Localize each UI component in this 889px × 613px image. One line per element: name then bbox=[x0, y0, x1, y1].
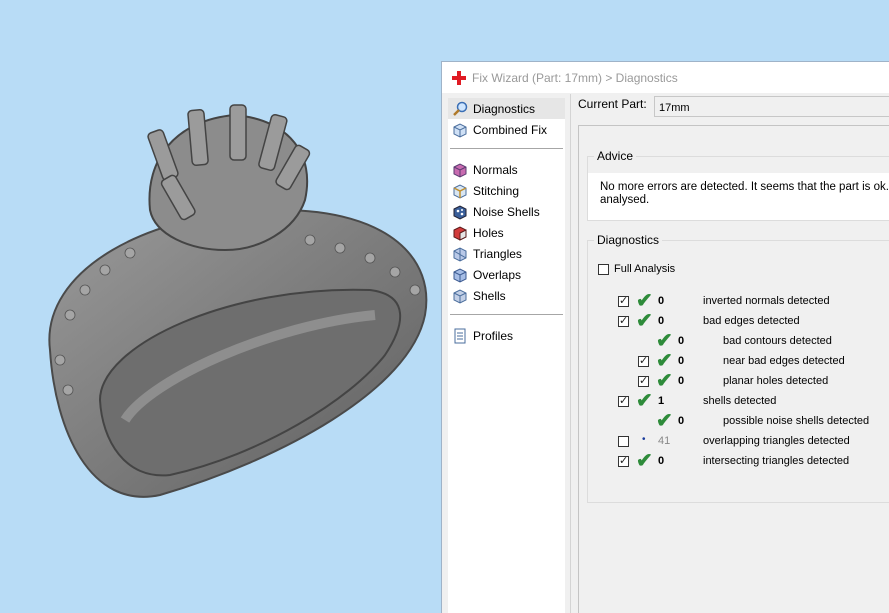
window-title: Fix Wizard (Part: 17mm) > Diagnostics bbox=[472, 70, 678, 85]
noise-shells-icon bbox=[452, 204, 468, 220]
ring-model bbox=[48, 104, 428, 498]
full-analysis-label: Full Analysis bbox=[614, 263, 676, 275]
overlaps-icon bbox=[452, 267, 468, 283]
sidebar-item-label: Shells bbox=[473, 288, 506, 303]
full-analysis-checkbox[interactable] bbox=[598, 264, 609, 275]
sidebar-item-label: Holes bbox=[473, 225, 504, 240]
diagnostic-row: • 41 overlapping triangles detected bbox=[588, 432, 888, 452]
sidebar-item-label: Noise Shells bbox=[473, 204, 540, 219]
sidebar-item-normals[interactable]: Normals bbox=[448, 159, 565, 180]
diagnostic-checkbox[interactable] bbox=[618, 314, 629, 328]
sidebar-item-label: Normals bbox=[473, 162, 518, 177]
sidebar-item-overlaps[interactable]: Overlaps bbox=[448, 264, 565, 285]
sidebar-item-combined-fix[interactable]: Combined Fix bbox=[448, 119, 565, 140]
current-part-label: Current Part: bbox=[578, 97, 647, 111]
ok-check-icon: ✔ bbox=[656, 330, 673, 352]
sidebar-item-label: Diagnostics bbox=[473, 101, 536, 116]
diagnostics-group: Diagnostics Full Analysis ✔ 0 inverted nor… bbox=[587, 233, 889, 503]
diagnostic-checkbox[interactable] bbox=[618, 294, 629, 308]
stitching-icon bbox=[452, 183, 468, 199]
sidebar-item-shells[interactable]: Shells bbox=[448, 285, 565, 306]
diagnostic-checkbox[interactable] bbox=[618, 454, 629, 468]
pane-divider[interactable] bbox=[570, 94, 571, 613]
ok-check-icon: ✔ bbox=[636, 310, 653, 332]
diagnostic-checkbox[interactable] bbox=[618, 394, 629, 408]
ok-check-icon: ✔ bbox=[656, 350, 673, 372]
diagnostic-row: ✔ 0 bad edges detected bbox=[588, 310, 888, 332]
diagnostic-checkbox[interactable] bbox=[638, 374, 649, 388]
diagnostic-label: near bad edges detected bbox=[723, 355, 845, 367]
sidebar-item-noise-shells[interactable]: Noise Shells bbox=[448, 201, 565, 222]
title-bar[interactable]: Fix Wizard (Part: 17mm) > Diagnostics bbox=[442, 62, 889, 93]
diagnostic-label: overlapping triangles detected bbox=[703, 435, 850, 447]
sidebar-item-label: Overlaps bbox=[473, 267, 522, 282]
sidebar-item-label: Stitching bbox=[473, 183, 520, 198]
diagnostic-count: 41 bbox=[658, 435, 671, 447]
ok-check-icon: ✔ bbox=[656, 410, 673, 432]
diagnostic-label: bad contours detected bbox=[723, 335, 832, 347]
diagnostic-count: 0 bbox=[658, 315, 665, 327]
ok-check-icon: ✔ bbox=[636, 450, 653, 472]
diagnostic-label: inverted normals detected bbox=[703, 295, 830, 307]
medical-cross-icon bbox=[452, 70, 466, 85]
magnifier-icon bbox=[452, 101, 468, 117]
diagnostic-count: 0 bbox=[658, 455, 665, 467]
sidebar-item-label: Combined Fix bbox=[473, 122, 548, 137]
diagnostic-count: 0 bbox=[678, 375, 685, 387]
sidebar-item-label: Triangles bbox=[473, 246, 522, 261]
sidebar-item-profiles[interactable]: Profiles bbox=[448, 325, 565, 346]
wizard-sidebar: Diagnostics Combined Fix Normals Stitching… bbox=[448, 98, 565, 613]
ok-check-icon: ✔ bbox=[636, 390, 653, 412]
fix-wizard-window: Fix Wizard (Part: 17mm) > Diagnostics Di… bbox=[441, 61, 889, 613]
triangles-icon bbox=[452, 246, 468, 262]
sidebar-item-diagnostics[interactable]: Diagnostics bbox=[448, 98, 565, 119]
diagnostics-title: Diagnostics bbox=[597, 233, 660, 247]
diagnostic-row: ✔ 0 near bad edges detected bbox=[588, 350, 888, 372]
diagnostic-label: possible noise shells detected bbox=[723, 415, 870, 427]
profiles-icon bbox=[452, 328, 468, 344]
advice-text: No more errors are detected. It seems th… bbox=[600, 181, 889, 206]
sidebar-item-stitching[interactable]: Stitching bbox=[448, 180, 565, 201]
current-part-field[interactable]: 17mm bbox=[654, 96, 889, 117]
advice-title: Advice bbox=[597, 149, 634, 163]
ok-check-icon: ✔ bbox=[636, 290, 653, 312]
diagnostic-label: intersecting triangles detected bbox=[703, 455, 850, 467]
diagnostic-checkbox[interactable] bbox=[638, 354, 649, 368]
sidebar-item-label: Profiles bbox=[473, 328, 514, 343]
sidebar-item-triangles[interactable]: Triangles bbox=[448, 243, 565, 264]
holes-icon bbox=[452, 225, 468, 241]
diagnostic-row: ✔ 0 inverted normals detected bbox=[588, 290, 888, 312]
diagnostic-count: 0 bbox=[678, 415, 685, 427]
diagnostic-count: 1 bbox=[658, 395, 665, 407]
diagnostic-row: ✔ 0 planar holes detected bbox=[588, 370, 888, 392]
diagnostic-label: shells detected bbox=[703, 395, 777, 407]
diagnostics-panel: Advice No more errors are detected. It s… bbox=[578, 125, 889, 613]
diagnostic-checkbox[interactable] bbox=[618, 436, 629, 447]
diagnostic-row: ✔ 0 possible noise shells detected bbox=[588, 410, 888, 432]
advice-text-area: No more errors are detected. It seems th… bbox=[588, 173, 889, 220]
diagnostic-row: ✔ 0 intersecting triangles detected bbox=[588, 450, 888, 472]
diagnostic-count: 0 bbox=[658, 295, 665, 307]
diagnostic-label: bad edges detected bbox=[703, 315, 800, 327]
diagnostic-count: 0 bbox=[678, 335, 685, 347]
ok-check-icon: ✔ bbox=[656, 370, 673, 392]
advice-group: Advice No more errors are detected. It s… bbox=[587, 149, 889, 221]
diagnostic-row: ✔ 1 shells detected bbox=[588, 390, 888, 412]
diagnostic-label: planar holes detected bbox=[723, 375, 829, 387]
combined-fix-icon bbox=[452, 122, 468, 138]
pending-dot-icon: • bbox=[642, 434, 646, 445]
shells-icon bbox=[452, 288, 468, 304]
diagnostic-count: 0 bbox=[678, 355, 685, 367]
normals-icon bbox=[452, 162, 468, 178]
diagnostic-row: ✔ 0 bad contours detected bbox=[588, 330, 888, 352]
sidebar-item-holes[interactable]: Holes bbox=[448, 222, 565, 243]
